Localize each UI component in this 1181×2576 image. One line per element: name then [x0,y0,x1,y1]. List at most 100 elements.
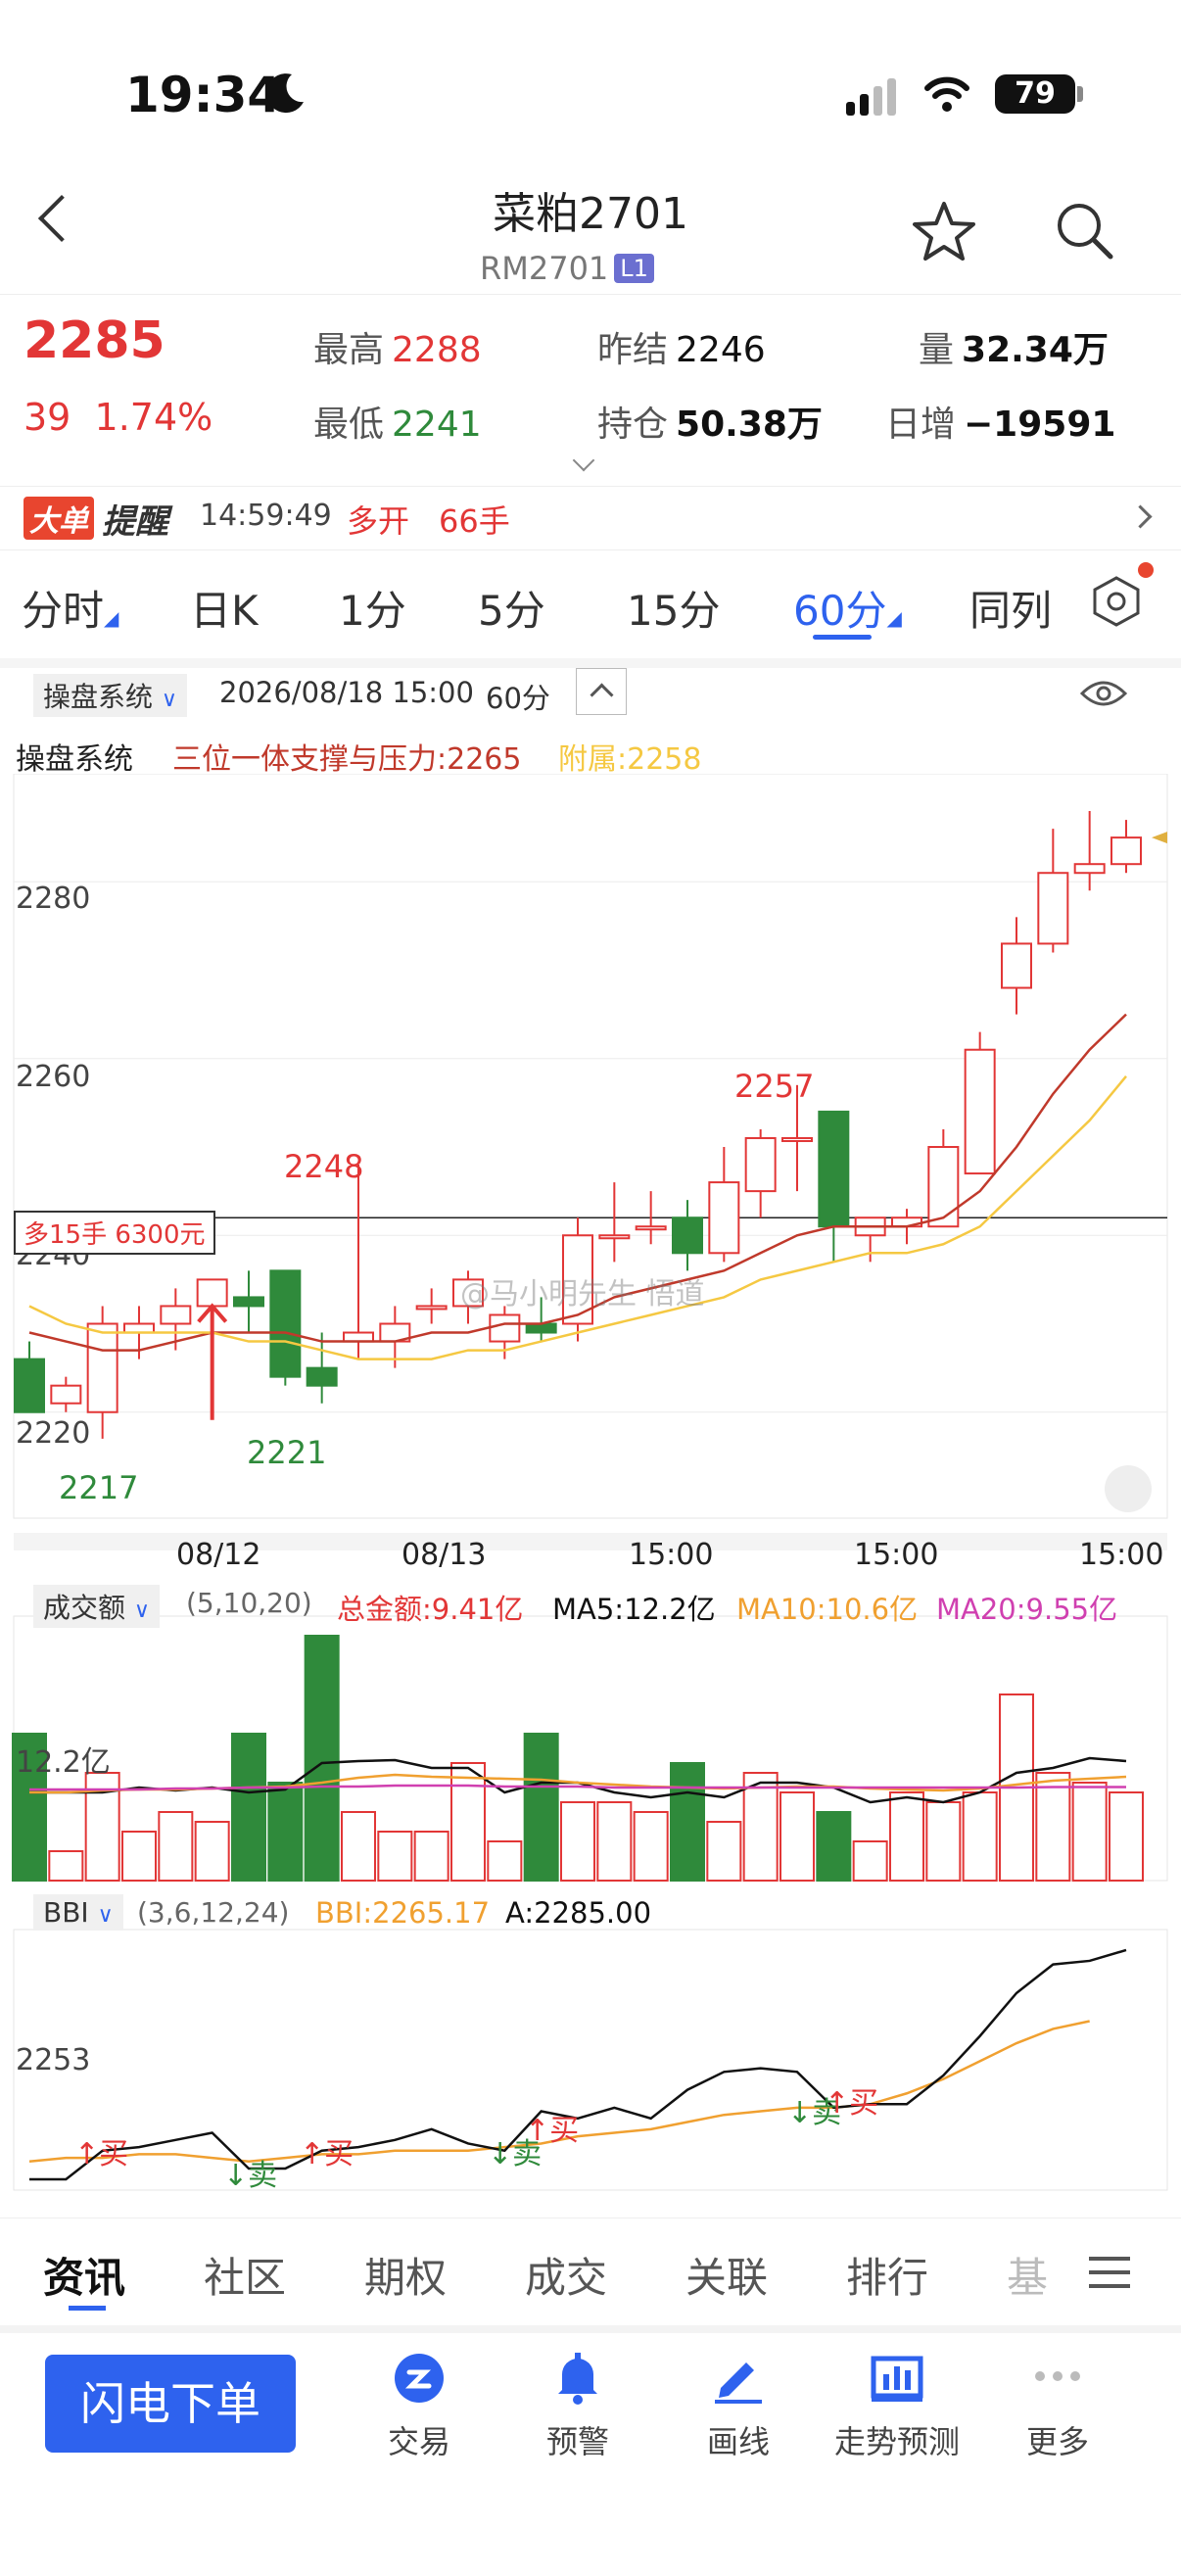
candle-body [1073,863,1106,875]
x-label-1500-a: 15:00 [629,1538,714,1572]
chevron-up-icon [590,683,614,707]
candle-body [781,1136,813,1142]
daily-inc-value: −19591 [964,405,1116,445]
tab-options[interactable]: 期权 [364,2245,447,2305]
change-value: 39 [24,396,71,439]
pen-icon [715,2362,762,2404]
level-badge: L1 [614,254,654,283]
draw-line-button[interactable]: 画线 [670,2351,807,2462]
volume-bar [487,1840,523,1882]
volume-bar [633,1811,669,1882]
high-label: 最高 [313,330,385,370]
annotation-low-2221: 2221 [247,1434,327,1471]
tab-trades[interactable]: 成交 [525,2245,607,2305]
bbi-selector[interactable]: BBI ∨ [33,1894,123,1931]
wifi-icon [924,76,969,112]
candle-body [635,1225,667,1231]
menu-icon[interactable] [1089,2257,1130,2288]
tab-15min[interactable]: 15分 [627,578,720,638]
trend-forecast-button[interactable]: 走势预测 [828,2351,966,2462]
trend-forecast-label: 走势预测 [833,2423,960,2460]
volume-bar [231,1733,266,1882]
position-tag[interactable]: 多15手 6300元 [14,1211,215,1255]
chevron-down-icon: ∨ [133,1598,151,1623]
candle-body [525,1322,557,1334]
volume-bar [304,1635,340,1882]
tab-60min[interactable]: 60分◢ [793,578,902,638]
volume-params: (5,10,20) [186,1587,312,1619]
high-value: 2288 [392,330,482,370]
bbi-a-value: A:2285.00 [505,1896,652,1930]
system-selector[interactable]: 操盘系统 ∨ [33,674,188,717]
volume-bar [852,1840,888,1882]
volume-bar [158,1811,194,1882]
tab-5min[interactable]: 5分 [478,578,545,638]
volume-bar [267,1782,304,1882]
big-order-alert[interactable]: 大单 提醒 14:59:49 多开 66手 [0,486,1181,550]
volume-selector[interactable]: 成交额 ∨ [33,1585,161,1628]
trade-label: 交易 [387,2423,450,2460]
tab-1min[interactable]: 1分 [339,578,406,638]
star-icon[interactable] [913,200,975,262]
candle-body [343,1331,374,1343]
more-button[interactable]: 更多 [989,2351,1126,2462]
volume-label: 量 [919,330,955,370]
candle-body [598,1234,631,1240]
moon-icon [266,73,304,114]
eye-icon[interactable] [1079,676,1128,711]
candle-body [1110,836,1142,866]
tab-community[interactable]: 社区 [204,2245,286,2305]
tab-news[interactable]: 资讯 [43,2245,125,2305]
volume-bar [596,1801,633,1882]
volume-bar [706,1821,742,1882]
volume-bar [779,1791,815,1882]
volume-bar [1035,1772,1071,1882]
chart-period: 60分 [486,682,550,715]
buy-label: 买 [849,2086,879,2121]
tab-daily-k[interactable]: 日K [190,578,259,638]
contract-code-text: RM2701 [480,250,609,287]
chart-datetime: 2026/08/18 15:00 [219,676,474,709]
tab-compare[interactable]: 同列 [969,578,1052,638]
chevron-down-icon: ∨ [161,688,178,712]
volume-y-label: 12.2亿 [16,1745,111,1780]
vol-ma10-line [29,1773,1127,1794]
caret-icon: ◢ [104,606,119,630]
tab-ranking[interactable]: 排行 [846,2245,928,2305]
search-icon[interactable] [1054,200,1116,262]
open-interest-label: 持仓 [597,405,669,445]
low-value: 2241 [392,405,482,445]
trade-icon [395,2354,444,2403]
volume-name: 成交额 [43,1592,126,1624]
volume-value: 32.34万 [962,330,1109,370]
high-stat: 最高 2288 [313,321,482,372]
active-bottom-tab-indicator [69,2306,106,2311]
settings-hex-icon[interactable] [1089,574,1144,629]
alert-time: 14:59:49 [200,499,332,533]
candle-body [269,1269,302,1378]
volume-bar [523,1733,559,1882]
volume-ma20: MA20:9.55亿 [936,1593,1118,1626]
tab-basics[interactable]: 基 [1007,2245,1048,2305]
chart-area[interactable] [0,774,1181,2214]
bell-icon [558,2353,597,2405]
volume-total: 总金额:9.41亿 [337,1593,524,1626]
alert-button[interactable]: 预警 [509,2351,646,2462]
low-stat: 最低 2241 [313,396,482,447]
change-pct: 1.74% [94,396,213,439]
alert-label: 预警 [545,2423,609,2460]
bbi-frame [13,1929,1168,2191]
tab-timeshare[interactable]: 分时◢ [22,578,118,638]
open-interest-value: 50.38万 [676,405,823,445]
collapse-button[interactable] [576,668,627,715]
alert-badge: 大单 [24,497,94,540]
alert-lots: 66手 [439,502,510,540]
trade-button[interactable]: 交易 [351,2351,488,2462]
y-label-2220: 2220 [16,1416,91,1451]
flash-order-button[interactable]: 闪电下单 [45,2355,296,2453]
tab-related[interactable]: 关联 [685,2245,768,2305]
volume-bar [816,1811,852,1882]
volume-bar [48,1850,84,1882]
low-label: 最低 [313,405,385,445]
bbi-name: BBI [43,1896,89,1929]
